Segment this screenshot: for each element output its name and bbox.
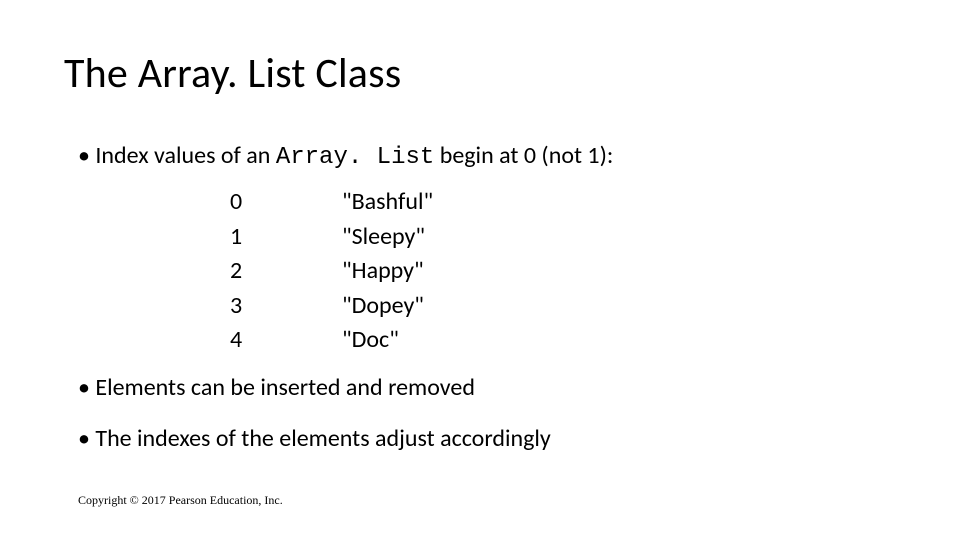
value-cell: "Bashful" [342, 186, 433, 218]
index-cell: 4 [230, 324, 340, 356]
slide-title: The Array. List Class [64, 48, 401, 99]
table-row: 3 "Dopey" [230, 290, 433, 322]
value-cell: "Sleepy" [342, 221, 433, 253]
bullet-insert-remove: • Elements can be inserted and removed [78, 372, 900, 404]
index-cell: 2 [230, 255, 340, 287]
copyright-notice: Copyright © 2017 Pearson Education, Inc. [78, 493, 283, 508]
index-cell: 3 [230, 290, 340, 322]
bullet-index-values: • Index values of an Array. List begin a… [78, 140, 900, 174]
value-cell: "Doc" [342, 324, 433, 356]
index-value-table: 0 "Bashful" 1 "Sleepy" 2 "Happy" 3 "Dope… [228, 184, 435, 358]
bullet1-pre: • Index values of an [78, 141, 276, 170]
table-row: 2 "Happy" [230, 255, 433, 287]
slide-body: • Index values of an Array. List begin a… [78, 140, 900, 465]
value-cell: "Dopey" [342, 290, 433, 322]
index-cell: 0 [230, 186, 340, 218]
table-row: 0 "Bashful" [230, 186, 433, 218]
value-cell: "Happy" [342, 255, 433, 287]
table-row: 1 "Sleepy" [230, 221, 433, 253]
bullet1-code: Array. List [276, 144, 434, 171]
index-cell: 1 [230, 221, 340, 253]
bullet-indexes-adjust: • The indexes of the elements adjust acc… [78, 423, 900, 455]
bullet1-post: begin at 0 (not 1): [434, 141, 613, 170]
slide: The Array. List Class • Index values of … [0, 0, 960, 540]
table-row: 4 "Doc" [230, 324, 433, 356]
